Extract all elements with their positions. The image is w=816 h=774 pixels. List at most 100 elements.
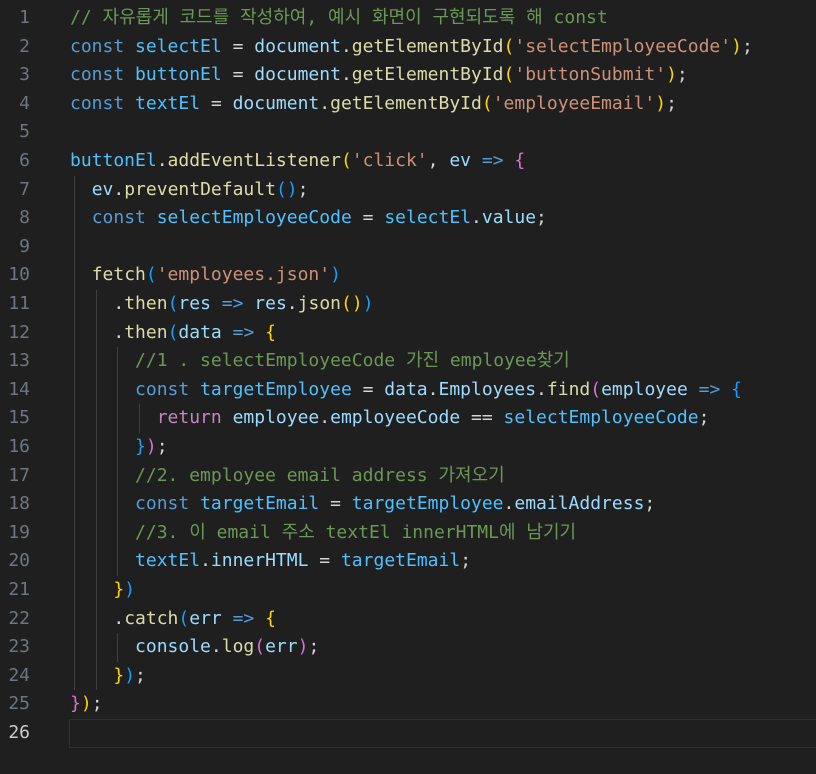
- code-token: const: [135, 378, 201, 400]
- code-token: (: [145, 264, 157, 286]
- code-token: console: [135, 636, 211, 658]
- code-token: const: [70, 64, 136, 86]
- code-line[interactable]: 21 }): [0, 576, 816, 605]
- code-token: (: [503, 35, 515, 57]
- code-line[interactable]: 14 const targetEmployee = data.Employees…: [0, 376, 816, 405]
- code-token: ): [362, 293, 374, 314]
- code-token: =: [319, 493, 352, 515]
- code-line[interactable]: 25});: [0, 690, 816, 719]
- code-line[interactable]: 11 .then(res => res.json()): [0, 290, 816, 319]
- code-line[interactable]: 5: [0, 118, 816, 147]
- code-token: find: [546, 378, 591, 400]
- code-line[interactable]: 3 const buttonEl = document.getElementByI…: [0, 61, 816, 90]
- code-token: 'employees.json': [156, 264, 331, 286]
- code-token: .: [503, 493, 515, 515]
- code-line[interactable]: 15 return employee.employeeCode == selec…: [0, 404, 816, 433]
- code-editor[interactable]: 1 // 자유롭게 코드를 작성하여, 예시 화면이 구현되도록 해 const 2…: [0, 0, 816, 774]
- code-text: ev.preventDefault();: [70, 176, 309, 205]
- indent-guide: [95, 290, 97, 691]
- code-token: ): [655, 92, 667, 114]
- code-token: =: [221, 35, 255, 57]
- code-token: (: [178, 607, 190, 629]
- code-text: .then(data => {: [70, 319, 276, 348]
- code-text: });: [70, 433, 168, 462]
- line-number: 25: [8, 693, 30, 715]
- code-line[interactable]: 9: [0, 233, 816, 262]
- code-line[interactable]: 24 });: [0, 662, 816, 691]
- code-text: const selectEmployeeCode = selectEl.valu…: [70, 204, 547, 233]
- code-token: }: [113, 579, 125, 600]
- code-text: buttonEl.addEventListener('click', ev =>…: [70, 147, 525, 176]
- code-token: (: [481, 92, 493, 114]
- code-token: .: [113, 293, 125, 314]
- line-number: 10: [8, 264, 30, 286]
- code-token: res: [254, 293, 287, 314]
- code-token: err: [265, 636, 298, 658]
- code-line[interactable]: 7 ev.preventDefault();: [0, 176, 816, 205]
- indent-guide: [117, 347, 119, 462]
- code-line[interactable]: 23 console.log(err);: [0, 633, 816, 662]
- code-token: ;: [156, 436, 168, 457]
- code-token: ;: [91, 693, 103, 715]
- code-token: ;: [698, 407, 710, 429]
- line-number: 19: [8, 521, 30, 543]
- code-token: employee: [601, 378, 688, 400]
- code-token: ==: [460, 407, 504, 429]
- code-line[interactable]: 10 fetch('employees.json'): [0, 261, 816, 290]
- code-token: (: [254, 636, 266, 658]
- code-token: addEventListener: [167, 150, 341, 171]
- code-token: getElementById: [351, 35, 504, 57]
- code-token: ;: [460, 550, 472, 572]
- code-token: =>: [471, 150, 515, 171]
- code-text: fetch('employees.json'): [70, 261, 341, 290]
- code-token: =>: [687, 378, 732, 400]
- code-line[interactable]: 16 });: [0, 433, 816, 462]
- code-token: (: [590, 378, 602, 400]
- code-token: catch: [124, 607, 179, 629]
- line-number: 18: [8, 493, 30, 515]
- code-line[interactable]: 13 //1 . selectEmployeeCode 가진 employee찾…: [0, 347, 816, 376]
- line-number: 17: [8, 464, 30, 486]
- code-token: =>: [210, 293, 255, 314]
- code-token: ;: [135, 664, 146, 686]
- code-text: const targetEmployee = data.Employees.fi…: [70, 376, 742, 405]
- code-token: //3. 이 email 주소 textEl innerHTML에 남기기: [135, 521, 577, 543]
- code-line[interactable]: 4 const textEl = document.getElementById(…: [0, 90, 816, 119]
- code-token: ;: [308, 636, 320, 658]
- code-token: json: [297, 293, 341, 314]
- code-token: ;: [536, 207, 547, 229]
- code-line[interactable]: 17 //2. employee email address 가져오기: [0, 462, 816, 491]
- code-token: =: [351, 378, 385, 400]
- code-line[interactable]: 2 const selectEl = document.getElementByI…: [0, 33, 816, 62]
- code-token: document: [254, 64, 341, 86]
- code-line[interactable]: 20 textEl.innerHTML = targetEmail;: [0, 547, 816, 576]
- code-line[interactable]: 8 const selectEmployeeCode = selectEl.va…: [0, 204, 816, 233]
- code-line[interactable]: 22 .catch(err => {: [0, 605, 816, 634]
- code-text: //1 . selectEmployeeCode 가진 employee찾기: [70, 347, 570, 376]
- code-line[interactable]: 6 buttonEl.addEventListener('click', ev =…: [0, 147, 816, 176]
- code-token: then: [124, 293, 168, 314]
- code-text: console.log(err);: [70, 633, 319, 662]
- code-line[interactable]: 1 // 자유롭게 코드를 작성하여, 예시 화면이 구현되도록 해 const: [0, 4, 816, 33]
- code-token: ): [731, 35, 742, 57]
- code-token: ): [80, 693, 92, 715]
- code-line[interactable]: 18 const targetEmail = targetEmployee.em…: [0, 490, 816, 519]
- code-token: .: [156, 150, 168, 171]
- line-number: 2: [19, 35, 30, 57]
- code-token: fetch: [91, 264, 146, 286]
- code-line[interactable]: 19 //3. 이 email 주소 textEl innerHTML에 남기기: [0, 519, 816, 548]
- code-token: preventDefault: [124, 178, 276, 200]
- code-text: }): [70, 576, 135, 605]
- code-line[interactable]: 26: [0, 719, 816, 748]
- line-number: 9: [19, 235, 30, 257]
- code-token: .: [286, 293, 298, 314]
- code-token: ): [297, 636, 309, 658]
- indent-guide: [139, 404, 141, 433]
- code-token: employeeCode: [330, 407, 461, 429]
- code-token: }: [113, 664, 125, 686]
- code-line[interactable]: 12 .then(data => {: [0, 319, 816, 348]
